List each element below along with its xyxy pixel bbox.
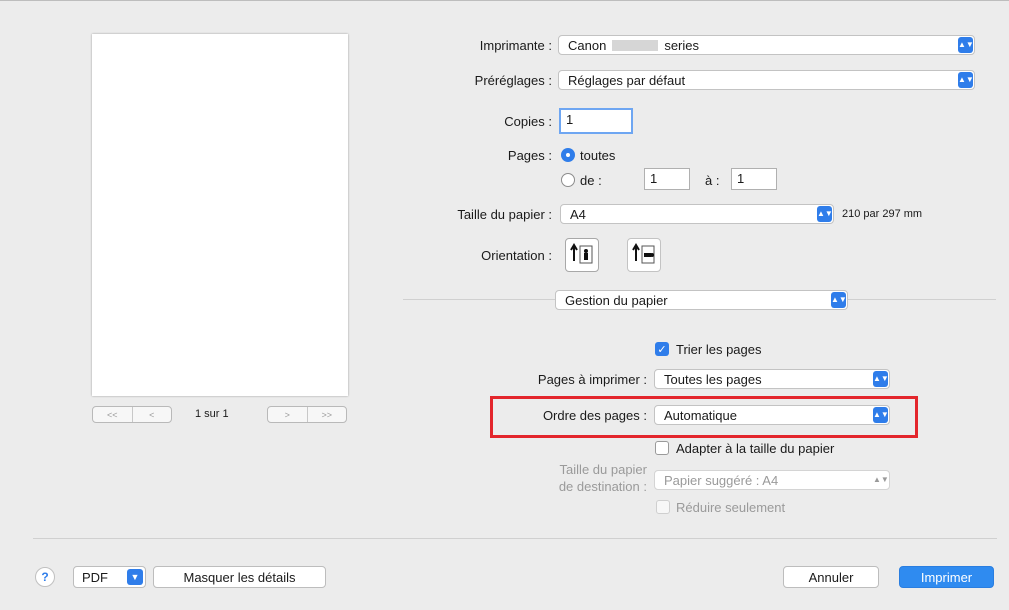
- scale-down-only-label: Réduire seulement: [676, 500, 786, 515]
- printer-label: Imprimante :: [479, 38, 552, 53]
- preview-nav-back-group[interactable]: << <: [92, 406, 172, 423]
- paper-size-popup[interactable]: A4 ▲▼: [560, 204, 834, 224]
- pages-all-label: toutes: [580, 148, 616, 163]
- chevron-updown-icon: ▲▼: [873, 475, 889, 484]
- landscape-icon: [632, 243, 655, 264]
- chevron-updown-icon: ▲▼: [817, 206, 833, 222]
- dest-paper-popup[interactable]: Papier suggéré : A4 ▲▼: [654, 470, 890, 490]
- last-page-button[interactable]: >>: [306, 407, 347, 422]
- portrait-icon: [570, 243, 593, 264]
- paper-size-value: A4: [570, 206, 586, 222]
- page-preview: [92, 34, 348, 396]
- pages-to-print-label: Pages à imprimer :: [537, 372, 647, 387]
- next-page-button[interactable]: >: [268, 407, 307, 422]
- cancel-button[interactable]: Annuler: [783, 566, 879, 588]
- collate-checkbox[interactable]: ✓: [655, 342, 669, 356]
- previous-page-button[interactable]: <: [131, 407, 172, 422]
- chevron-updown-icon: ▲▼: [958, 72, 974, 88]
- print-button[interactable]: Imprimer: [899, 566, 994, 588]
- scale-to-fit-checkbox[interactable]: [655, 441, 669, 455]
- dest-paper-value: Papier suggéré : A4: [664, 472, 779, 488]
- landscape-orientation-button[interactable]: [627, 238, 661, 272]
- chevron-down-icon: ▼: [127, 569, 143, 585]
- pages-all-radio[interactable]: [561, 148, 575, 162]
- help-button[interactable]: ?: [35, 567, 55, 587]
- pages-range-radio[interactable]: [561, 173, 575, 187]
- redacted-model: [612, 39, 659, 51]
- hide-details-button[interactable]: Masquer les détails: [153, 566, 326, 588]
- page-order-value: Automatique: [664, 407, 737, 423]
- portrait-orientation-button[interactable]: [565, 238, 599, 272]
- pages-to-print-popup[interactable]: Toutes les pages ▲▼: [654, 369, 890, 389]
- scale-to-fit-label: Adapter à la taille du papier: [676, 441, 835, 456]
- paper-size-label: Taille du papier :: [457, 207, 552, 222]
- pdf-menu-button[interactable]: PDF ▼: [73, 566, 146, 588]
- pages-to-print-value: Toutes les pages: [664, 371, 762, 387]
- printer-series: series: [664, 37, 699, 53]
- window-top-edge: [0, 0, 1009, 1]
- pdf-label: PDF: [82, 569, 108, 585]
- printer-name: Canon: [568, 37, 607, 53]
- chevron-updown-icon: ▲▼: [873, 407, 889, 423]
- footer-separator: [33, 538, 997, 539]
- chevron-updown-icon: ▲▼: [958, 37, 974, 53]
- page-indicator: 1 sur 1: [195, 408, 229, 420]
- dest-paper-label-line2: de destination :: [558, 479, 647, 494]
- chevron-updown-icon: ▲▼: [831, 292, 847, 308]
- copies-field[interactable]: 1: [559, 108, 633, 134]
- section-value: Gestion du papier: [565, 292, 668, 308]
- printer-popup[interactable]: Canon series ▲▼: [558, 35, 975, 55]
- section-popup[interactable]: Gestion du papier ▲▼: [555, 290, 848, 310]
- pages-from-field[interactable]: 1: [644, 168, 690, 190]
- pages-to-field[interactable]: 1: [731, 168, 777, 190]
- pages-label: Pages :: [507, 148, 552, 163]
- presets-label: Préréglages :: [474, 73, 552, 88]
- collate-label: Trier les pages: [676, 342, 762, 357]
- orientation-label: Orientation :: [481, 248, 552, 263]
- chevron-updown-icon: ▲▼: [873, 371, 889, 387]
- pages-from-label: de :: [580, 173, 602, 188]
- first-page-button[interactable]: <<: [93, 407, 132, 422]
- preview-nav-forward-group[interactable]: > >>: [267, 406, 347, 423]
- paper-dimensions: 210 par 297 mm: [842, 208, 923, 220]
- scale-down-only-checkbox[interactable]: [656, 500, 670, 514]
- presets-popup[interactable]: Réglages par défaut ▲▼: [558, 70, 975, 90]
- presets-value: Réglages par défaut: [568, 72, 686, 88]
- pages-to-label: à :: [705, 173, 720, 188]
- page-order-popup[interactable]: Automatique ▲▼: [654, 405, 890, 425]
- page-order-label: Ordre des pages :: [542, 408, 647, 423]
- copies-label: Copies :: [504, 114, 552, 129]
- dest-paper-label-line1: Taille du papier: [559, 462, 647, 477]
